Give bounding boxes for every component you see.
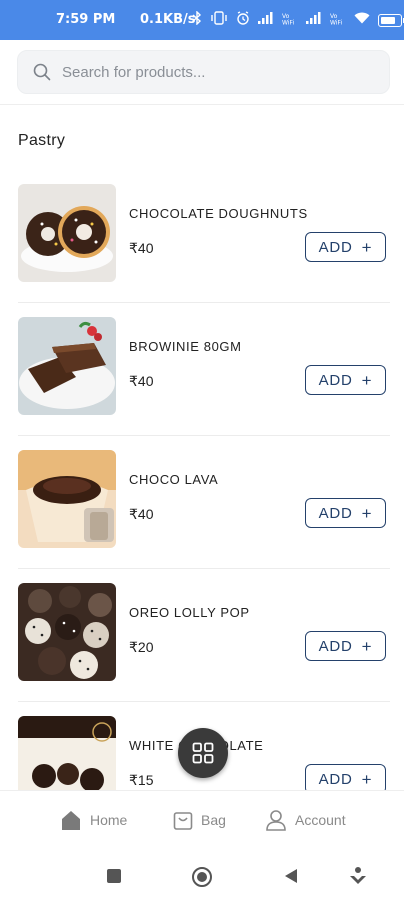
product-image-choco-lava	[18, 450, 116, 548]
add-label: ADD	[318, 504, 353, 522]
product-item[interactable]: BROWINIE 80GM ₹40 ADD +	[18, 303, 390, 436]
nav-account-label: Account	[295, 812, 346, 828]
battery-icon	[378, 13, 404, 27]
product-image-brownie	[18, 317, 116, 415]
home-icon	[62, 811, 80, 830]
search-bar-container	[0, 40, 404, 105]
product-name: OREO LOLLY POP	[129, 605, 250, 620]
product-price: ₹40	[129, 240, 154, 256]
signal-icon	[306, 12, 322, 28]
vibrate-icon	[210, 11, 228, 29]
product-name: CHOCOLATE DOUGHNUTS	[129, 206, 308, 221]
search-box[interactable]	[17, 50, 390, 94]
add-to-bag-button[interactable]: ADD +	[305, 764, 386, 790]
nav-home-label: Home	[90, 812, 128, 828]
bluetooth-icon	[192, 10, 202, 29]
alarm-icon	[236, 11, 250, 29]
product-item[interactable]: CHOCOLATE DOUGHNUTS ₹40 ADD +	[18, 170, 390, 303]
add-to-bag-button[interactable]: ADD +	[305, 232, 386, 262]
plus-icon: +	[361, 370, 373, 390]
product-price: ₹15	[129, 772, 154, 788]
plus-icon: +	[361, 636, 373, 656]
product-price: ₹40	[129, 373, 154, 389]
wifi-icon	[354, 12, 370, 28]
status-time: 7:59 PM	[56, 12, 116, 27]
back-button[interactable]	[283, 868, 299, 884]
plus-icon: +	[361, 237, 373, 257]
bag-icon	[173, 812, 193, 830]
recents-button[interactable]	[106, 868, 122, 884]
product-item[interactable]: OREO LOLLY POP ₹20 ADD +	[18, 569, 390, 702]
nav-bag[interactable]: Bag	[173, 809, 226, 831]
product-item[interactable]: CHOCO LAVA ₹40 ADD +	[18, 436, 390, 569]
add-to-bag-button[interactable]: ADD +	[305, 631, 386, 661]
plus-icon: +	[361, 769, 373, 789]
product-image-white-chocolate	[18, 716, 116, 790]
bottom-nav: Home Bag Account	[0, 790, 404, 853]
product-price: ₹40	[129, 506, 154, 522]
section-title: Pastry	[18, 132, 66, 149]
add-to-bag-button[interactable]: ADD +	[305, 365, 386, 395]
product-image-oreo-lolly-pop	[18, 583, 116, 681]
nav-bag-label: Bag	[201, 812, 226, 828]
add-label: ADD	[318, 770, 353, 788]
nav-home[interactable]: Home	[60, 809, 127, 831]
nav-account[interactable]: Account	[265, 809, 346, 831]
volte-icon: Vo WiFi	[330, 12, 346, 29]
svg-text:WiFi: WiFi	[282, 19, 294, 25]
product-image-doughnuts	[18, 184, 116, 282]
status-icons: Vo WiFi Vo WiFi	[192, 10, 404, 29]
assistant-icon[interactable]	[348, 866, 368, 886]
network-speed: 0.1KB/s	[140, 12, 196, 27]
grid-icon	[192, 742, 214, 764]
svg-text:WiFi: WiFi	[330, 19, 342, 25]
volte-icon: Vo WiFi	[282, 12, 298, 29]
signal-icon	[258, 12, 274, 28]
add-label: ADD	[318, 371, 353, 389]
search-input[interactable]	[60, 60, 374, 84]
add-to-bag-button[interactable]: ADD +	[305, 498, 386, 528]
home-button[interactable]	[191, 866, 213, 888]
account-icon	[266, 810, 286, 831]
product-list[interactable]: CHOCOLATE DOUGHNUTS ₹40 ADD + BROWINIE 8…	[0, 170, 404, 790]
product-price: ₹20	[129, 639, 154, 655]
plus-icon: +	[361, 503, 373, 523]
add-label: ADD	[318, 637, 353, 655]
product-name: BROWINIE 80GM	[129, 339, 242, 354]
system-nav-bar	[0, 852, 404, 900]
categories-fab[interactable]	[178, 728, 228, 778]
search-icon	[33, 63, 51, 81]
status-bar: 7:59 PM 0.1KB/s Vo WiFi Vo WiFi	[0, 0, 404, 40]
product-name: CHOCO LAVA	[129, 472, 219, 487]
add-label: ADD	[318, 238, 353, 256]
